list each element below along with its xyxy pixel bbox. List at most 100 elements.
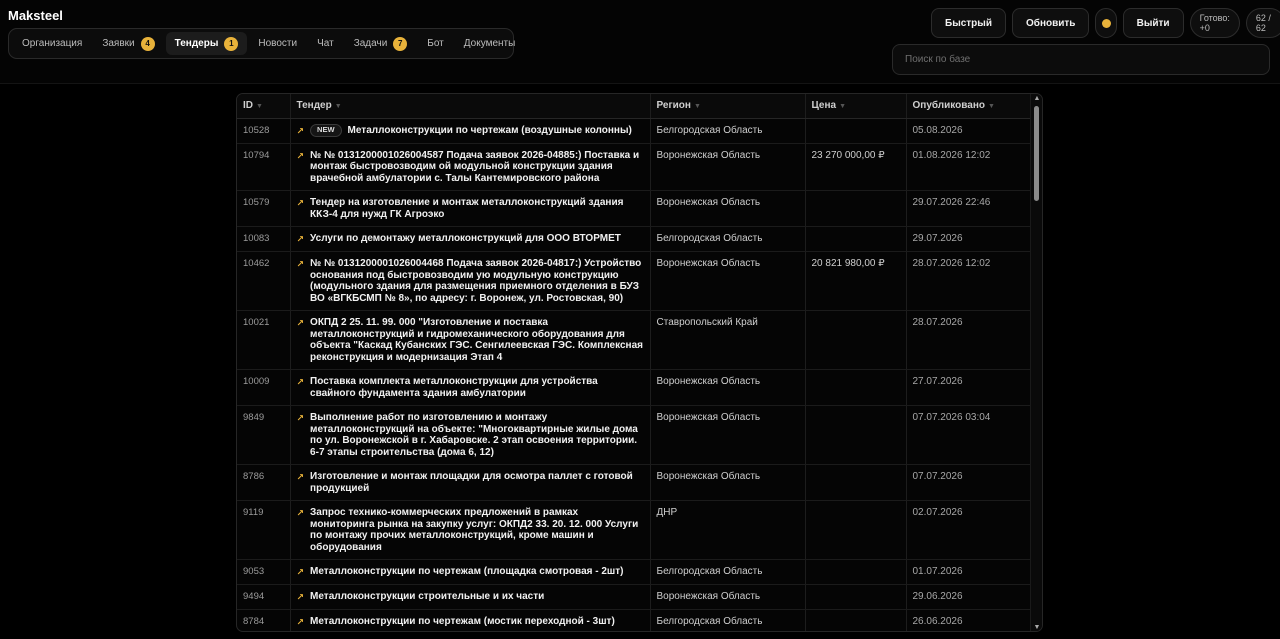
tender-title[interactable]: Тендер на изготовление и монтаж металлок… xyxy=(310,197,643,220)
tender-title[interactable]: Металлоконструкции по чертежам (площадка… xyxy=(310,566,623,578)
table-row[interactable]: 10462 ↗ № № 0131200001026004468 Подача зая… xyxy=(237,251,1033,311)
external-link-icon[interactable]: ↗ xyxy=(297,471,305,483)
sort-icon: ▼ xyxy=(839,103,847,111)
external-link-icon[interactable]: ↗ xyxy=(297,197,305,209)
tender-cell-content: ↗ Металлоконструкции по чертежам (площадк… xyxy=(297,566,644,578)
app-title: Maksteel xyxy=(8,8,63,23)
external-link-icon[interactable]: ↗ xyxy=(297,591,305,603)
cell-tender: ↗ Выполнение работ по изготовлению и монт… xyxy=(290,405,651,465)
table-scrollbar[interactable]: ▲ ▼ xyxy=(1030,94,1042,631)
external-link-icon[interactable]: ↗ xyxy=(297,233,305,245)
cell-id: 8786 xyxy=(237,464,291,501)
refresh-button[interactable]: Обновить xyxy=(1011,8,1090,38)
cell-tender: ↗ Металлоконструкции по чертежам (площадк… xyxy=(290,559,651,585)
cell-price xyxy=(805,584,907,610)
tender-title[interactable]: Запрос технико-коммерческих предложений … xyxy=(310,507,643,553)
table-row[interactable]: 10021 ↗ ОКПД 2 25. 11. 99. 000 "Изготовлен… xyxy=(237,310,1033,370)
table-row[interactable]: 10528 ↗ NEW Металлоконструкции по чертежам … xyxy=(237,118,1033,144)
scroll-up-icon[interactable]: ▲ xyxy=(1033,95,1041,103)
tab-7[interactable]: Документы xyxy=(455,32,525,55)
cell-price: 20 821 980,00 ₽ xyxy=(805,251,907,311)
sort-icon: ▼ xyxy=(988,103,995,111)
tender-title[interactable]: Выполнение работ по изготовлению и монта… xyxy=(310,412,643,458)
tender-title[interactable]: Поставка комплекта металлоконструкции дл… xyxy=(310,376,643,399)
scroll-down-icon[interactable]: ▼ xyxy=(1033,624,1041,631)
external-link-icon[interactable]: ↗ xyxy=(297,376,305,388)
tab-label: Тендеры xyxy=(174,38,219,49)
fast-button[interactable]: Быстрый xyxy=(931,8,1006,38)
table-row[interactable]: 9119 ↗ Запрос технико-коммерческих предлож… xyxy=(237,500,1033,560)
tab-2[interactable]: Тендеры 1 xyxy=(165,32,248,55)
cell-id: 10794 xyxy=(237,143,291,191)
table-row[interactable]: 10083 ↗ Услуги по демонтажу металлоконстру… xyxy=(237,226,1033,252)
tender-title[interactable]: № № 0131200001026004587 Подача заявок 20… xyxy=(310,150,643,185)
cell-id: 10021 xyxy=(237,310,291,370)
cell-published: 29.06.2026 xyxy=(906,584,1033,610)
table-row[interactable]: 8786 ↗ Изготовление и монтаж площадки для … xyxy=(237,464,1033,501)
cell-price xyxy=(805,405,907,465)
external-link-icon[interactable]: ↗ xyxy=(297,258,305,270)
cell-price xyxy=(805,310,907,370)
external-link-icon[interactable]: ↗ xyxy=(297,507,305,519)
column-header-3[interactable]: Цена ▼ xyxy=(805,94,907,119)
status-indicator-button[interactable] xyxy=(1095,8,1117,38)
column-header-4[interactable]: Опубликовано ▼ xyxy=(906,94,1033,119)
cell-region: ДНР xyxy=(650,500,806,560)
table-row[interactable]: 9494 ↗ Металлоконструкции строительные и и… xyxy=(237,584,1033,610)
cell-region: Белгородская Область xyxy=(650,226,806,252)
cell-published: 29.07.2026 22:46 xyxy=(906,190,1033,227)
sort-icon: ▼ xyxy=(256,103,263,111)
table-row[interactable]: 8784 ↗ Металлоконструкции по чертежам (мос… xyxy=(237,609,1033,631)
tender-title[interactable]: Металлоконструкции строительные и их час… xyxy=(310,591,544,603)
tab-6[interactable]: Бот xyxy=(418,32,452,55)
tender-title[interactable]: Металлоконструкции по чертежам (воздушны… xyxy=(348,125,632,137)
external-link-icon[interactable]: ↗ xyxy=(297,317,305,329)
external-link-icon[interactable]: ↗ xyxy=(297,125,305,137)
tender-cell-content: ↗ Металлоконструкции строительные и их ча… xyxy=(297,591,644,603)
tender-title[interactable]: Услуги по демонтажу металлоконструкций д… xyxy=(310,233,621,245)
tab-1[interactable]: Заявки 4 xyxy=(93,32,163,55)
tender-title[interactable]: Металлоконструкции по чертежам (мостик п… xyxy=(310,616,615,628)
cell-id: 9119 xyxy=(237,500,291,560)
tender-title[interactable]: Изготовление и монтаж площадки для осмот… xyxy=(310,471,643,494)
tab-0[interactable]: Организация xyxy=(13,32,91,55)
table-row[interactable]: 10009 ↗ Поставка комплекта металлоконструк… xyxy=(237,369,1033,406)
cell-price xyxy=(805,118,907,144)
column-header-1[interactable]: Тендер ▼ xyxy=(290,94,651,119)
external-link-icon[interactable]: ↗ xyxy=(297,616,305,628)
scroll-thumb[interactable] xyxy=(1034,106,1039,201)
tender-title[interactable]: № № 0131200001026004468 Подача заявок 20… xyxy=(310,258,643,304)
search-input[interactable] xyxy=(892,44,1270,75)
cell-region: Ставропольский Край xyxy=(650,310,806,370)
table-row[interactable]: 9849 ↗ Выполнение работ по изготовлению и … xyxy=(237,405,1033,465)
cell-price xyxy=(805,609,907,631)
cell-price xyxy=(805,190,907,227)
cell-tender: ↗ № № 0131200001026004468 Подача заявок 2… xyxy=(290,251,651,311)
external-link-icon[interactable]: ↗ xyxy=(297,150,305,162)
table-row[interactable]: 9053 ↗ Металлоконструкции по чертежам (пло… xyxy=(237,559,1033,585)
sort-icon: ▼ xyxy=(334,103,342,111)
column-header-0[interactable]: ID ▼ xyxy=(237,94,291,119)
tender-cell-content: ↗ Поставка комплекта металлоконструкции д… xyxy=(297,376,644,399)
sort-icon: ▼ xyxy=(693,103,701,111)
tender-title[interactable]: ОКПД 2 25. 11. 99. 000 "Изготовление и п… xyxy=(310,317,643,363)
tender-cell-content: ↗ NEW Металлоконструкции по чертежам (возд… xyxy=(297,123,644,137)
cell-price xyxy=(805,464,907,501)
column-header-2[interactable]: Регион ▼ xyxy=(650,94,806,119)
tab-4[interactable]: Чат xyxy=(308,32,343,55)
tab-3[interactable]: Новости xyxy=(249,32,306,55)
tab-label: Чат xyxy=(317,38,334,49)
cell-price: 23 270 000,00 ₽ xyxy=(805,143,907,191)
table-row[interactable]: 10794 ↗ № № 0131200001026004587 Подача зая… xyxy=(237,143,1033,191)
cell-id: 8784 xyxy=(237,609,291,631)
tender-cell-content: ↗ Изготовление и монтаж площадки для осмо… xyxy=(297,471,644,494)
external-link-icon[interactable]: ↗ xyxy=(297,412,305,424)
external-link-icon[interactable]: ↗ xyxy=(297,566,305,578)
tab-5[interactable]: Задачи 7 xyxy=(345,32,417,55)
tab-label: Документы xyxy=(463,38,516,49)
cell-id: 9849 xyxy=(237,405,291,465)
logout-button[interactable]: Выйти xyxy=(1122,8,1184,38)
table-row[interactable]: 10579 ↗ Тендер на изготовление и монтаж ме… xyxy=(237,190,1033,227)
tender-cell-content: ↗ Выполнение работ по изготовлению и монт… xyxy=(297,412,644,458)
tender-cell-content: ↗ ОКПД 2 25. 11. 99. 000 "Изготовление и … xyxy=(297,317,644,363)
